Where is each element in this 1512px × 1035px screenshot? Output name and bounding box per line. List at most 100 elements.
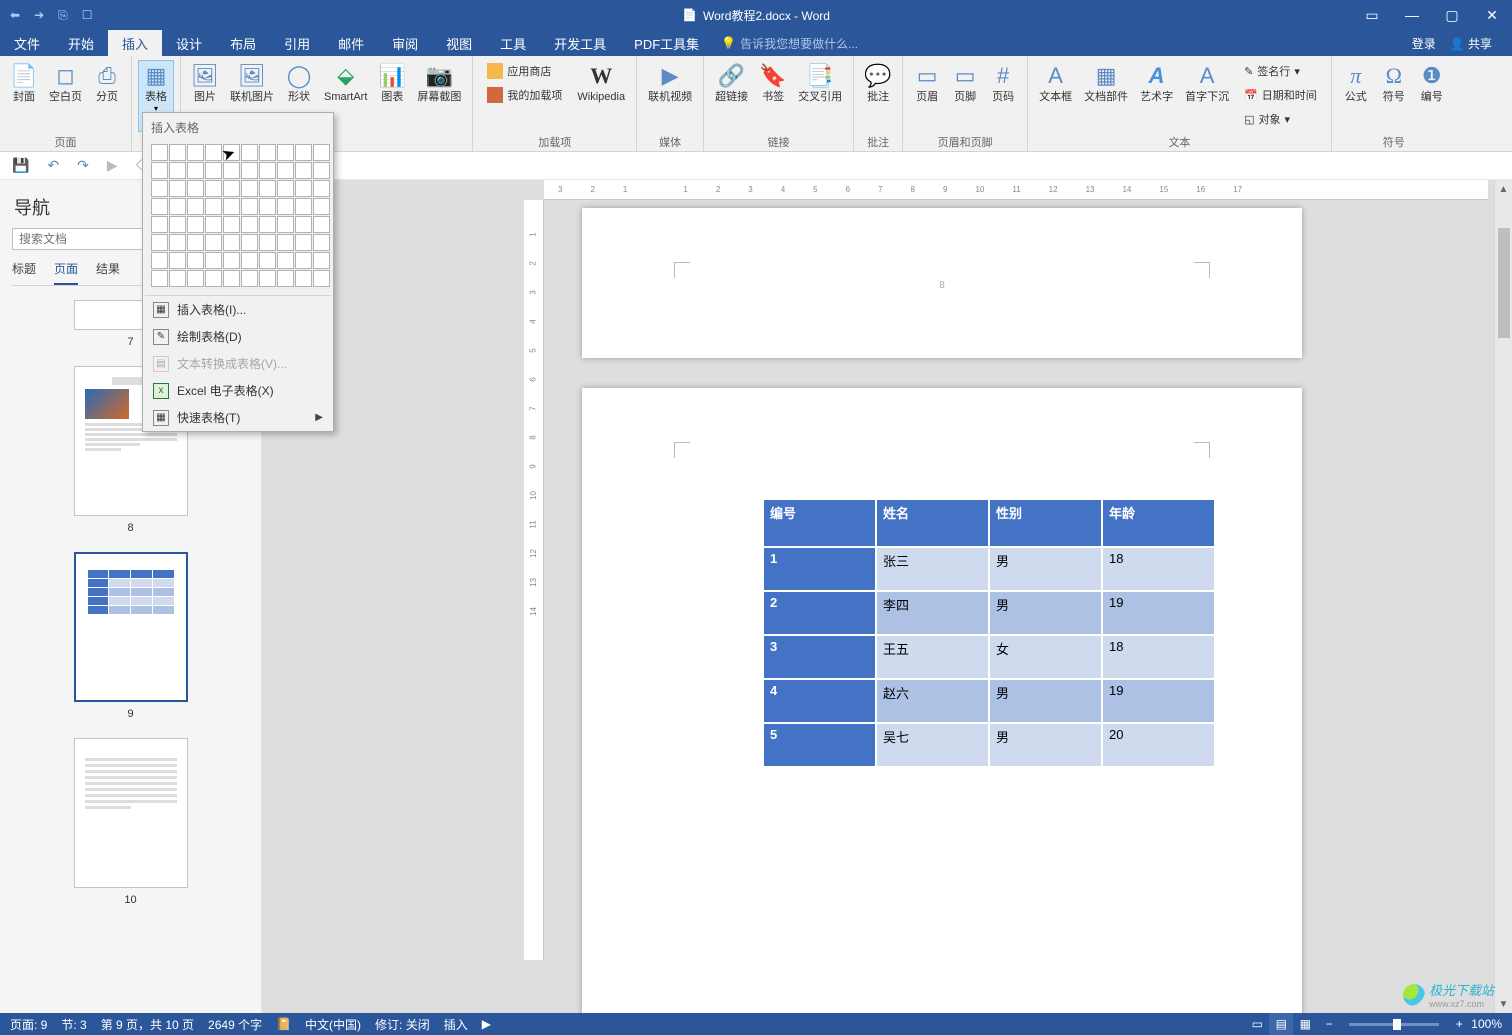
table-grid-cell[interactable] [277,198,294,215]
table-grid-cell[interactable] [241,180,258,197]
table-grid-cell[interactable] [151,270,168,287]
td[interactable]: 18 [1102,635,1215,679]
tab-references[interactable]: 引用 [270,30,324,56]
table-grid-cell[interactable] [295,216,312,233]
td[interactable]: 张三 [876,547,989,591]
ruler-vertical[interactable]: 1234567891011121314 [524,200,544,960]
dropcap-button[interactable]: A首字下沉 [1180,60,1234,132]
th-gender[interactable]: 性别 [989,499,1102,547]
table-grid-cell[interactable] [187,162,204,179]
th-age[interactable]: 年龄 [1102,499,1215,547]
status-wordcount[interactable]: 2649 个字 [208,1016,262,1033]
table-grid-cell[interactable] [169,144,186,161]
tab-tools[interactable]: 工具 [486,30,540,56]
comment-button[interactable]: 💬批注 [860,60,896,132]
online-video-button[interactable]: ▶联机视频 [643,60,697,132]
table-grid-cell[interactable] [313,216,330,233]
table-grid-cell[interactable] [151,144,168,161]
table-grid-cell[interactable] [277,144,294,161]
symbol-button[interactable]: Ω符号 [1376,60,1412,132]
screenshot-button[interactable]: 📷屏幕截图 [412,60,466,132]
table-grid-cell[interactable] [295,270,312,287]
td[interactable]: 赵六 [876,679,989,723]
view-readmode[interactable]: ▭ [1245,1013,1269,1035]
menu-insert-table[interactable]: ▦插入表格(I)... [143,296,333,323]
status-language[interactable]: 中文(中国) [305,1016,361,1033]
table-grid-cell[interactable] [151,234,168,251]
header-button[interactable]: ▭页眉 [909,60,945,132]
table-grid-cell[interactable] [313,198,330,215]
table-grid-cell[interactable] [313,180,330,197]
crossref-button[interactable]: 📑交叉引用 [793,60,847,132]
table-grid-cell[interactable] [169,198,186,215]
table-grid-cell[interactable] [259,252,276,269]
table-grid-cell[interactable] [223,180,240,197]
table-grid-cell[interactable] [313,234,330,251]
table-grid-cell[interactable] [151,198,168,215]
table-grid-cell[interactable] [151,162,168,179]
titlebar-icon-4[interactable]: ☐ [82,8,93,23]
table-grid-cell[interactable] [187,144,204,161]
number-button[interactable]: ❶编号 [1414,60,1450,132]
table-grid-cell[interactable] [259,234,276,251]
window-close-button[interactable]: ✕ [1472,0,1512,30]
quickparts-button[interactable]: ▦文档部件 [1079,60,1133,132]
td[interactable]: 4 [763,679,876,723]
titlebar-nav-forward-icon[interactable]: ➔ [34,8,44,23]
my-addins-button[interactable]: 我的加载项 [483,84,566,106]
qat-redo[interactable]: ↷ [77,157,89,174]
status-pagecount[interactable]: 第 9 页，共 10 页 [101,1016,194,1033]
table-grid-cell[interactable] [205,234,222,251]
scroll-thumb[interactable] [1498,228,1510,338]
equation-button[interactable]: π公式 [1338,60,1374,132]
textbox-button[interactable]: A文本框 [1034,60,1077,132]
table-grid-cell[interactable] [223,198,240,215]
table-grid-cell[interactable] [151,252,168,269]
td[interactable]: 李四 [876,591,989,635]
nav-tab-headings[interactable]: 标题 [12,260,36,285]
table-grid-cell[interactable] [259,144,276,161]
zoom-handle[interactable] [1393,1019,1401,1030]
table-grid-cell[interactable] [205,144,222,161]
table-grid-cell[interactable] [295,144,312,161]
table-grid-cell[interactable] [187,270,204,287]
table-grid-cell[interactable] [259,180,276,197]
table-grid-cell[interactable] [277,270,294,287]
scroll-down[interactable]: ▼ [1495,995,1512,1013]
table-grid-cell[interactable] [169,180,186,197]
status-insertmode[interactable]: 插入 [444,1016,468,1033]
zoom-out[interactable]: − [1317,1013,1341,1035]
table-grid-cell[interactable] [187,252,204,269]
tab-review[interactable]: 审阅 [378,30,432,56]
tab-design[interactable]: 设计 [162,30,216,56]
table-grid-cell[interactable] [295,234,312,251]
td[interactable]: 王五 [876,635,989,679]
titlebar-icon-3[interactable]: ⎘ [58,8,68,23]
th-id[interactable]: 编号 [763,499,876,547]
table-grid-cell[interactable] [223,270,240,287]
view-printlayout[interactable]: ▤ [1269,1013,1293,1035]
cover-page-button[interactable]: 📄封面 [6,60,42,132]
zoom-slider[interactable] [1349,1023,1439,1026]
table-grid-cell[interactable] [241,270,258,287]
table-grid-cell[interactable] [241,252,258,269]
table-grid-cell[interactable] [277,252,294,269]
table-grid-cell[interactable] [169,234,186,251]
table-grid-cell[interactable] [169,162,186,179]
table-grid-cell[interactable] [241,162,258,179]
table-grid-cell[interactable] [187,234,204,251]
qat-undo[interactable]: ↶ [47,157,59,174]
table-grid-cell[interactable] [205,252,222,269]
blank-page-button[interactable]: ◻空白页 [44,60,87,132]
datetime-button[interactable]: 📅日期和时间 [1240,84,1321,106]
td[interactable]: 19 [1102,679,1215,723]
table-grid-cell[interactable] [295,252,312,269]
qat-save[interactable]: 💾 [12,157,29,174]
table-grid-cell[interactable] [169,270,186,287]
status-spellcheck[interactable]: 📔 [276,1017,291,1031]
view-weblayout[interactable]: ▦ [1293,1013,1317,1035]
table-grid-cell[interactable] [241,234,258,251]
table-grid-cell[interactable] [151,180,168,197]
scroll-up[interactable]: ▲ [1495,180,1512,198]
status-trackchanges[interactable]: 修订: 关闭 [375,1016,430,1033]
